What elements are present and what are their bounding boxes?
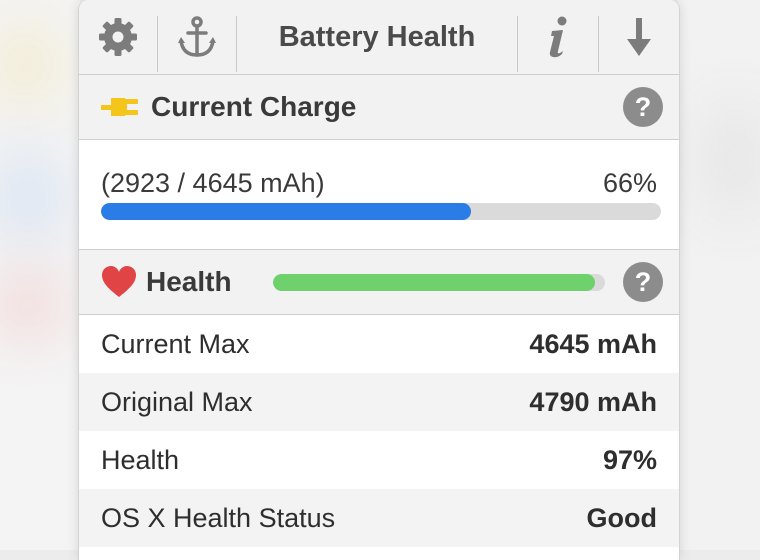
plug-icon (101, 98, 138, 116)
anchor-icon (178, 16, 216, 57)
battery-health-popover: Battery Health Current Charge ? (2923 / (78, 0, 680, 560)
toolbar: Battery Health (79, 0, 679, 75)
desktop-background-right (678, 0, 760, 550)
detail-row-health-status: OS X Health Status Good (79, 489, 679, 547)
current-charge-panel: (2923 / 4645 mAh) 66% (79, 140, 679, 250)
app-title: Battery Health (278, 20, 476, 53)
health-progress-fill (273, 274, 596, 291)
detail-row-current-max: Current Max 4645 mAh (79, 315, 679, 373)
heart-icon (102, 266, 136, 297)
info-icon (549, 16, 567, 58)
row-label: Health (101, 444, 180, 475)
row-label: Current Max (101, 328, 250, 359)
info-button[interactable] (518, 0, 598, 74)
row-value: Good (586, 502, 657, 533)
detail-row-original-max: Original Max 4790 mAh (79, 373, 679, 431)
row-value: 4790 mAh (529, 386, 657, 417)
current-charge-help-button[interactable]: ? (623, 87, 663, 127)
charge-progress-bar (101, 203, 661, 220)
health-title: Health (146, 266, 232, 297)
anchor-button[interactable] (158, 0, 236, 74)
gear-icon (99, 18, 137, 56)
detail-row-health: Health 97% (79, 431, 679, 489)
current-charge-title: Current Charge (151, 91, 357, 122)
charge-percent: 66% (602, 168, 657, 198)
row-value: 97% (602, 444, 657, 475)
health-help-button[interactable]: ? (623, 262, 663, 302)
charge-progress-fill (101, 203, 471, 220)
health-header: Health ? (79, 250, 679, 315)
download-button[interactable] (599, 0, 679, 74)
row-value: 4645 mAh (529, 328, 657, 359)
row-label: OS X Health Status (101, 502, 336, 533)
current-charge-header: Current Charge ? (79, 75, 679, 140)
row-label: Original Max (101, 386, 253, 417)
settings-button[interactable] (79, 0, 157, 74)
battery-details-list: Current Max 4645 mAh Original Max 4790 m… (79, 315, 679, 547)
charge-mah-text: (2923 / 4645 mAh) (101, 168, 325, 198)
download-icon (627, 18, 651, 56)
health-progress-bar (273, 274, 605, 291)
